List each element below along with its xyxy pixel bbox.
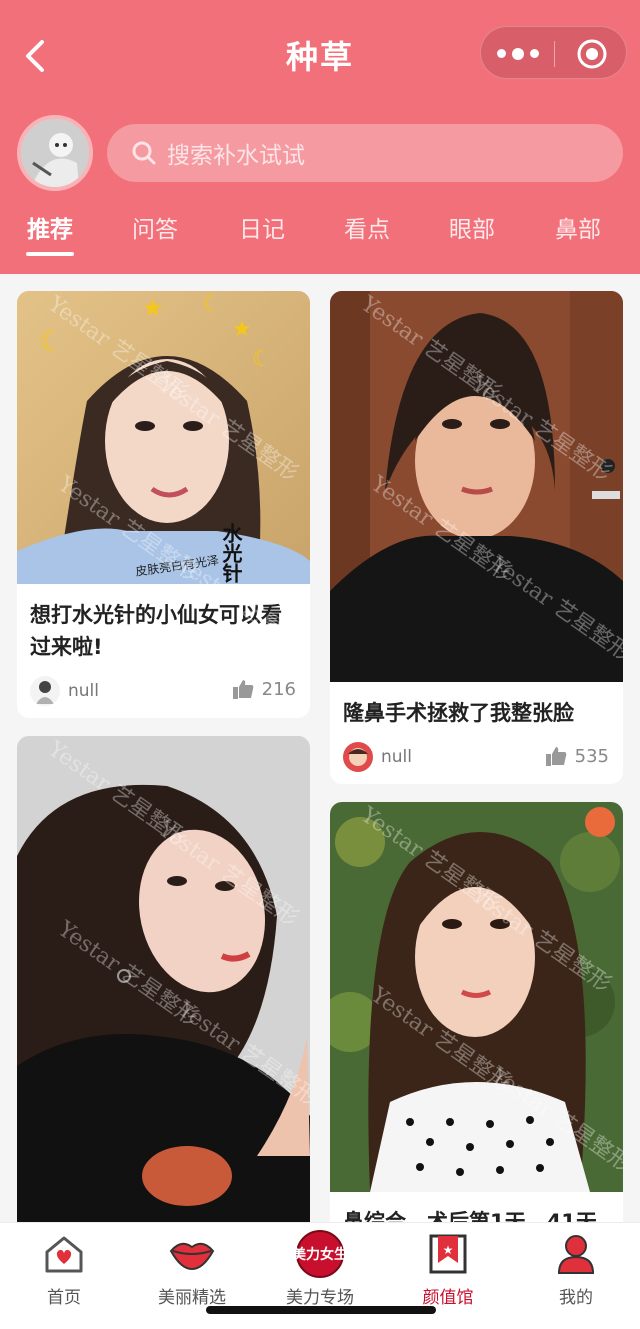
nav-label: 颜值馆 xyxy=(422,1288,474,1308)
svg-text:☾: ☾ xyxy=(252,347,272,372)
svg-text:☾: ☾ xyxy=(202,292,222,317)
svg-text:★: ★ xyxy=(142,294,164,322)
post-title: 隆鼻手术拯救了我整张脸 xyxy=(343,701,574,725)
category-tabs: 推荐 问答 日记 看点 眼部 鼻部 xyxy=(0,210,640,260)
nav-label: 美丽精选 xyxy=(158,1288,226,1308)
nav-label: 我的 xyxy=(559,1288,593,1308)
bookmark-icon: ★ xyxy=(429,1234,467,1274)
user-avatar[interactable] xyxy=(17,115,93,191)
author-avatar xyxy=(343,742,373,772)
header-bar: 种草 搜索补水试试 推荐 问答 日记 看点 眼部 鼻部 xyxy=(0,0,640,274)
more-button[interactable] xyxy=(481,27,554,80)
nav-home[interactable]: 首页 xyxy=(9,1231,119,1308)
nav-label: 美力专场 xyxy=(286,1288,354,1308)
tab-qa[interactable]: 问答 xyxy=(115,210,195,244)
thumbs-up-icon xyxy=(232,680,253,699)
feed-card[interactable]: ☾ ★ ☾ ★ ☾ 皮肤亮白有光泽 水光针 想打水光针的小仙女可以看过来啦! n… xyxy=(17,291,310,718)
nav-beauty-picks[interactable]: 美丽精选 xyxy=(137,1231,247,1308)
post-author[interactable]: null xyxy=(343,742,412,772)
author-avatar xyxy=(30,676,60,706)
like-count: 216 xyxy=(261,678,296,700)
active-tab-indicator xyxy=(26,252,74,256)
author-name: null xyxy=(68,681,99,701)
nav-label: 首页 xyxy=(47,1288,81,1308)
tab-highlights[interactable]: 看点 xyxy=(327,210,407,244)
like-button[interactable]: 535 xyxy=(545,745,609,767)
target-close-icon xyxy=(577,39,606,68)
search-icon xyxy=(132,141,156,165)
thumbs-up-icon xyxy=(545,747,566,766)
like-button[interactable]: 216 xyxy=(232,678,296,700)
tab-diary[interactable]: 日记 xyxy=(222,210,302,244)
author-name: null xyxy=(381,747,412,767)
search-placeholder: 搜索补水试试 xyxy=(167,143,305,169)
feed-card[interactable]: Yestar 艺星整形 Yestar 艺星整形 Yestar 艺星整形 Yestar … xyxy=(17,736,310,1236)
feed-card[interactable]: 隆鼻手术拯救了我整张脸 null 535 Yestar 艺星整形 Yestar 艺… xyxy=(330,291,623,784)
svg-text:★: ★ xyxy=(443,1243,454,1257)
search-input[interactable]: 搜索补水试试 xyxy=(107,124,623,182)
home-indicator xyxy=(206,1306,436,1314)
nav-beauty-special[interactable]: 美力女生 美力专场 xyxy=(265,1230,375,1308)
svg-text:☾: ☾ xyxy=(39,325,64,358)
miniapp-capsule xyxy=(480,26,627,79)
close-miniapp-button[interactable] xyxy=(555,27,628,80)
tab-nose[interactable]: 鼻部 xyxy=(538,210,618,244)
tab-eyes[interactable]: 眼部 xyxy=(432,210,512,244)
home-heart-icon xyxy=(45,1236,83,1273)
nav-beauty-hall[interactable]: ★ 颜值馆 xyxy=(393,1231,503,1308)
tab-recommend[interactable]: 推荐 xyxy=(10,210,90,244)
ellipsis-icon xyxy=(496,49,506,58)
badge-text: 美力女生 xyxy=(292,1247,348,1263)
avatar-cat-image xyxy=(21,119,89,187)
post-author[interactable]: null xyxy=(30,676,99,706)
like-count: 535 xyxy=(574,745,609,767)
lips-icon xyxy=(169,1242,215,1271)
feed-card[interactable]: 鼻综合，术后第1天，41天 Yestar 艺星整形Yestar 艺星整形Yest… xyxy=(330,802,623,1242)
nav-mine[interactable]: 我的 xyxy=(521,1231,631,1308)
user-icon xyxy=(557,1235,595,1274)
svg-text:★: ★ xyxy=(232,317,252,342)
